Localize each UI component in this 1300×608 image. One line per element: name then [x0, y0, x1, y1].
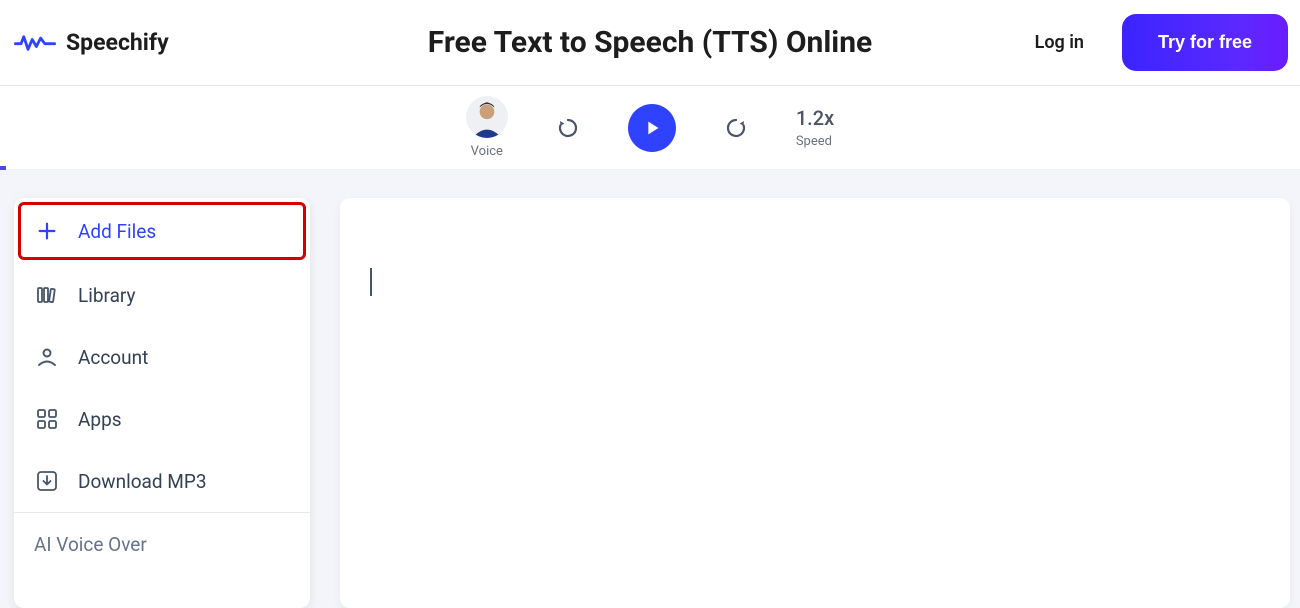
sidebar-item-label: AI Voice Over — [34, 533, 147, 556]
forward-icon — [724, 116, 748, 140]
download-icon — [34, 468, 60, 494]
user-icon — [34, 344, 60, 370]
sidebar-item-library[interactable]: Library — [14, 264, 310, 326]
sidebar-item-account[interactable]: Account — [14, 326, 310, 388]
apps-icon — [34, 406, 60, 432]
forward-button[interactable] — [718, 110, 754, 146]
sidebar-item-ai-voice-over[interactable]: AI Voice Over — [14, 513, 310, 576]
content-area: Add Files Library Account — [0, 170, 1300, 608]
play-button[interactable] — [628, 104, 676, 152]
page-title: Free Text to Speech (TTS) Online — [428, 25, 872, 60]
rewind-button[interactable] — [550, 110, 586, 146]
speed-selector[interactable]: 1.2x Speed — [796, 106, 834, 149]
sidebar-item-label: Account — [78, 346, 148, 369]
header: Speechify Free Text to Speech (TTS) Onli… — [0, 0, 1300, 86]
voice-selector[interactable]: Voice — [466, 96, 508, 159]
sidebar-item-apps[interactable]: Apps — [14, 388, 310, 450]
sidebar-item-label: Library — [78, 284, 136, 307]
voice-label: Voice — [466, 144, 508, 159]
play-icon — [641, 117, 663, 139]
sidebar-item-label: Add Files — [78, 220, 156, 243]
speed-value: 1.2x — [796, 106, 834, 130]
progress-indicator — [0, 166, 6, 170]
speed-label: Speed — [796, 134, 834, 149]
header-actions: Log in Try for free — [1035, 14, 1290, 71]
player-bar: Voice 1.2x Speed — [0, 86, 1300, 170]
plus-icon — [34, 218, 60, 244]
login-link[interactable]: Log in — [1035, 32, 1084, 53]
sidebar-item-add-files[interactable]: Add Files — [18, 202, 306, 260]
sidebar-item-label: Apps — [78, 408, 122, 431]
brand-name: Speechify — [66, 29, 169, 56]
sidebar-item-download-mp3[interactable]: Download MP3 — [14, 450, 310, 512]
logo-wave-icon — [14, 30, 56, 56]
text-editor[interactable] — [340, 198, 1290, 608]
sidebar: Add Files Library Account — [14, 198, 310, 608]
voice-avatar — [466, 96, 508, 138]
library-icon — [34, 282, 60, 308]
logo[interactable]: Speechify — [10, 29, 169, 56]
rewind-icon — [556, 116, 580, 140]
try-for-free-button[interactable]: Try for free — [1122, 14, 1288, 71]
sidebar-item-label: Download MP3 — [78, 470, 207, 493]
text-caret — [370, 268, 372, 296]
